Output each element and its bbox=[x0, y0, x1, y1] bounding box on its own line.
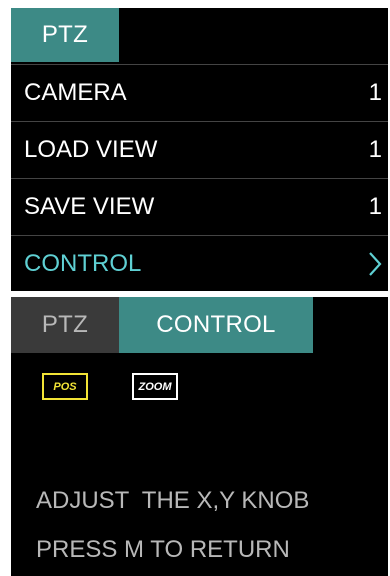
menu-item-control[interactable]: CONTROL bbox=[11, 235, 388, 291]
pos-mode-button[interactable]: POS bbox=[42, 373, 88, 400]
menu-item-label: CAMERA bbox=[24, 78, 127, 106]
menu-item-value: 1 bbox=[368, 78, 382, 106]
tab-bar: PTZ CONTROL bbox=[11, 297, 388, 353]
tab-ptz[interactable]: PTZ bbox=[11, 297, 119, 353]
menu-item-value: 1 bbox=[368, 192, 382, 220]
ptz-control-panel: PTZ CONTROL POS ZOOM ADJUST THE X,Y KNOB… bbox=[11, 297, 388, 576]
menu-item-load-view[interactable]: LOAD VIEW 1 bbox=[11, 121, 388, 177]
menu-item-label: CONTROL bbox=[24, 249, 142, 277]
menu-item-save-view[interactable]: SAVE VIEW 1 bbox=[11, 178, 388, 234]
zoom-mode-button[interactable]: ZOOM bbox=[132, 373, 178, 400]
tab-ptz[interactable]: PTZ bbox=[11, 8, 119, 62]
instruction-return: PRESS M TO RETURN bbox=[36, 536, 290, 563]
menu-item-label: LOAD VIEW bbox=[24, 135, 158, 163]
menu-item-camera[interactable]: CAMERA 1 bbox=[11, 64, 388, 120]
instruction-adjust-knob: ADJUST THE X,Y KNOB bbox=[36, 487, 310, 514]
ptz-menu-panel: PTZ CAMERA 1 LOAD VIEW 1 SAVE VIEW 1 CON… bbox=[11, 8, 388, 291]
tab-bar: PTZ bbox=[11, 8, 388, 62]
menu-item-value: 1 bbox=[368, 135, 382, 163]
chevron-right-icon bbox=[368, 251, 382, 277]
menu-item-label: SAVE VIEW bbox=[24, 192, 155, 220]
tab-control[interactable]: CONTROL bbox=[119, 297, 313, 353]
